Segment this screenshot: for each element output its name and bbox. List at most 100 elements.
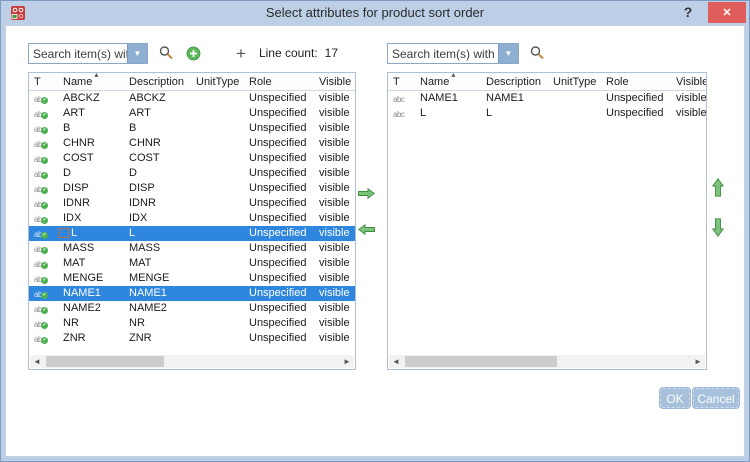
table-row-l[interactable]: abc✓LLUnspecifiedvisible	[29, 226, 355, 241]
text-attribute-icon: abc✓	[34, 290, 45, 299]
description-cell: CHNR	[121, 136, 188, 151]
scrollbar-track[interactable]	[44, 355, 340, 368]
visible-cell: visible	[311, 241, 355, 256]
column-header-visible[interactable]: Visible	[668, 73, 706, 90]
type-cell: abc✓	[29, 241, 55, 256]
table-row-cost[interactable]: abc✓COSTCOSTUnspecifiedvisible	[29, 151, 355, 166]
table-row-art[interactable]: abc✓ARTARTUnspecifiedvisible	[29, 106, 355, 121]
type-cell: abc✓	[29, 196, 55, 211]
column-header-unittype[interactable]: UnitType	[188, 73, 241, 90]
horizontal-scrollbar[interactable]: ◄ ►	[30, 355, 354, 368]
table-row-name1[interactable]: abc✓NAME1NAME1Unspecifiedvisible	[29, 286, 355, 301]
cancel-button[interactable]: Cancel	[693, 388, 739, 408]
table-row-idx[interactable]: abc✓IDXIDXUnspecifiedvisible	[29, 211, 355, 226]
scrollbar-track[interactable]	[403, 355, 691, 368]
column-header-name[interactable]: Name▴	[55, 73, 121, 90]
role-cell: Unspecified	[241, 241, 311, 256]
table-row-name1[interactable]: abcNAME1NAME1Unspecifiedvisible	[388, 91, 706, 106]
description-cell: B	[121, 121, 188, 136]
move-right-button[interactable]	[357, 184, 375, 202]
search-icon[interactable]	[528, 44, 546, 62]
column-header-name[interactable]: Name▴	[412, 73, 478, 90]
visible-cell: visible	[311, 226, 355, 241]
table-row-d[interactable]: abc✓DDUnspecifiedvisible	[29, 166, 355, 181]
table-row-disp[interactable]: abc✓DISPDISPUnspecifiedvisible	[29, 181, 355, 196]
table-row-b[interactable]: abc✓BBUnspecifiedvisible	[29, 121, 355, 136]
description-cell: NAME1	[478, 91, 545, 106]
text-attribute-icon: abc✓	[34, 335, 45, 344]
table-row-l[interactable]: abcLLUnspecifiedvisible	[388, 106, 706, 121]
table-row-menge[interactable]: abc✓MENGEMENGEUnspecifiedvisible	[29, 271, 355, 286]
ok-button[interactable]: OK	[660, 388, 690, 408]
left-search-combobox[interactable]: Search item(s) with ▼	[28, 43, 148, 64]
scrollbar-thumb[interactable]	[46, 356, 164, 367]
right-search-dropdown-button[interactable]: ▼	[498, 44, 518, 63]
visible-cell: visible	[311, 196, 355, 211]
visible-cell: visible	[668, 106, 706, 121]
name-cell: D	[55, 166, 121, 181]
scroll-left-icon[interactable]: ◄	[30, 357, 44, 366]
description-cell: D	[121, 166, 188, 181]
table-row-znr[interactable]: abc✓ZNRZNRUnspecifiedvisible	[29, 331, 355, 346]
scroll-right-icon[interactable]: ►	[691, 357, 705, 366]
column-header-description[interactable]: Description	[121, 73, 188, 90]
help-button[interactable]: ?	[679, 4, 697, 22]
visible-cell: visible	[311, 256, 355, 271]
table-row-abckz[interactable]: abc✓ABCKZABCKZUnspecifiedvisible	[29, 91, 355, 106]
name-cell: CHNR	[55, 136, 121, 151]
description-cell: COST	[121, 151, 188, 166]
name-cell: NAME1	[412, 91, 478, 106]
column-header-visible[interactable]: Visible	[311, 73, 355, 90]
checkmark-icon: ✓	[41, 232, 48, 239]
checkmark-icon: ✓	[41, 247, 48, 254]
column-header-t[interactable]: T	[388, 73, 412, 90]
search-icon[interactable]	[157, 44, 175, 62]
column-header-role[interactable]: Role	[598, 73, 668, 90]
scroll-left-icon[interactable]: ◄	[389, 357, 403, 366]
add-search-icon[interactable]	[184, 44, 202, 62]
text-attribute-icon: abc✓	[34, 140, 45, 149]
name-cell: MENGE	[55, 271, 121, 286]
checkmark-icon: ✓	[41, 262, 48, 269]
column-header-role[interactable]: Role	[241, 73, 311, 90]
type-cell: abc✓	[29, 151, 55, 166]
unittype-cell	[188, 331, 241, 346]
column-header-unittype[interactable]: UnitType	[545, 73, 598, 90]
table-row-mat[interactable]: abc✓MATMATUnspecifiedvisible	[29, 256, 355, 271]
column-header-t[interactable]: T	[29, 73, 55, 90]
type-cell: abc✓	[29, 316, 55, 331]
name-cell: L	[55, 226, 121, 241]
name-cell: NAME1	[55, 286, 121, 301]
scrollbar-thumb[interactable]	[405, 356, 557, 367]
text-attribute-icon: abc✓	[34, 155, 45, 164]
move-left-button[interactable]	[357, 220, 375, 238]
table-row-idnr[interactable]: abc✓IDNRIDNRUnspecifiedvisible	[29, 196, 355, 211]
description-cell: NAME2	[121, 301, 188, 316]
right-search-combobox[interactable]: Search item(s) with ▼	[387, 43, 519, 64]
name-cell: ZNR	[55, 331, 121, 346]
role-cell: Unspecified	[241, 301, 311, 316]
role-cell: Unspecified	[598, 91, 668, 106]
visible-cell: visible	[311, 316, 355, 331]
move-down-button[interactable]	[709, 218, 727, 236]
text-attribute-icon: abc✓	[34, 185, 45, 194]
right-search-input[interactable]: Search item(s) with	[388, 44, 498, 63]
left-search-input[interactable]: Search item(s) with	[29, 44, 127, 63]
role-cell: Unspecified	[241, 331, 311, 346]
move-up-button[interactable]	[709, 178, 727, 196]
table-row-mass[interactable]: abc✓MASSMASSUnspecifiedvisible	[29, 241, 355, 256]
horizontal-scrollbar[interactable]: ◄ ►	[389, 355, 705, 368]
table-row-nr[interactable]: abc✓NRNRUnspecifiedvisible	[29, 316, 355, 331]
scroll-right-icon[interactable]: ►	[340, 357, 354, 366]
expand-plus-icon[interactable]: +	[236, 45, 246, 62]
table-row-name2[interactable]: abc✓NAME2NAME2Unspecifiedvisible	[29, 301, 355, 316]
checkmark-icon: ✓	[41, 292, 48, 299]
checkmark-icon: ✓	[41, 217, 48, 224]
left-search-dropdown-button[interactable]: ▼	[127, 44, 147, 63]
table-row-chnr[interactable]: abc✓CHNRCHNRUnspecifiedvisible	[29, 136, 355, 151]
description-cell: MASS	[121, 241, 188, 256]
column-header-description[interactable]: Description	[478, 73, 545, 90]
close-button[interactable]: ✕	[708, 2, 746, 23]
name-cell: NR	[55, 316, 121, 331]
description-cell: MAT	[121, 256, 188, 271]
